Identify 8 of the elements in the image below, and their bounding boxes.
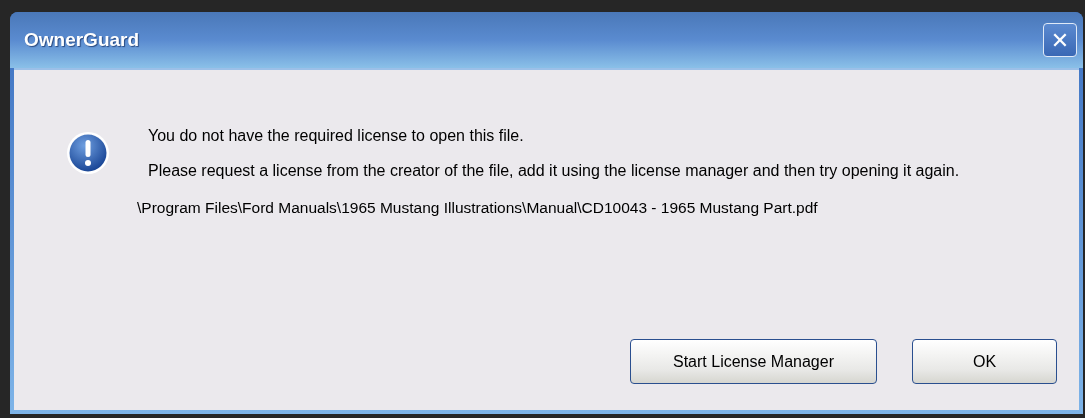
close-button[interactable]: ✕	[1043, 23, 1077, 57]
message-text: Please request a license from the creator of the file, add it using the license manager and then try opening it again.	[148, 161, 961, 181]
ok-button[interactable]: OK	[912, 339, 1057, 384]
message-text: You do not have the required license to open this file.	[148, 126, 525, 146]
file-path: \Program Files\Ford Manuals\1965 Mustang Illustrations\Manual\CD10043 - 1965 Mustang Part.pdf	[137, 199, 819, 217]
window-title: OwnerGuard	[24, 29, 140, 51]
start-license-manager-button[interactable]: Start License Manager	[630, 339, 877, 384]
exclamation-icon	[66, 131, 110, 175]
